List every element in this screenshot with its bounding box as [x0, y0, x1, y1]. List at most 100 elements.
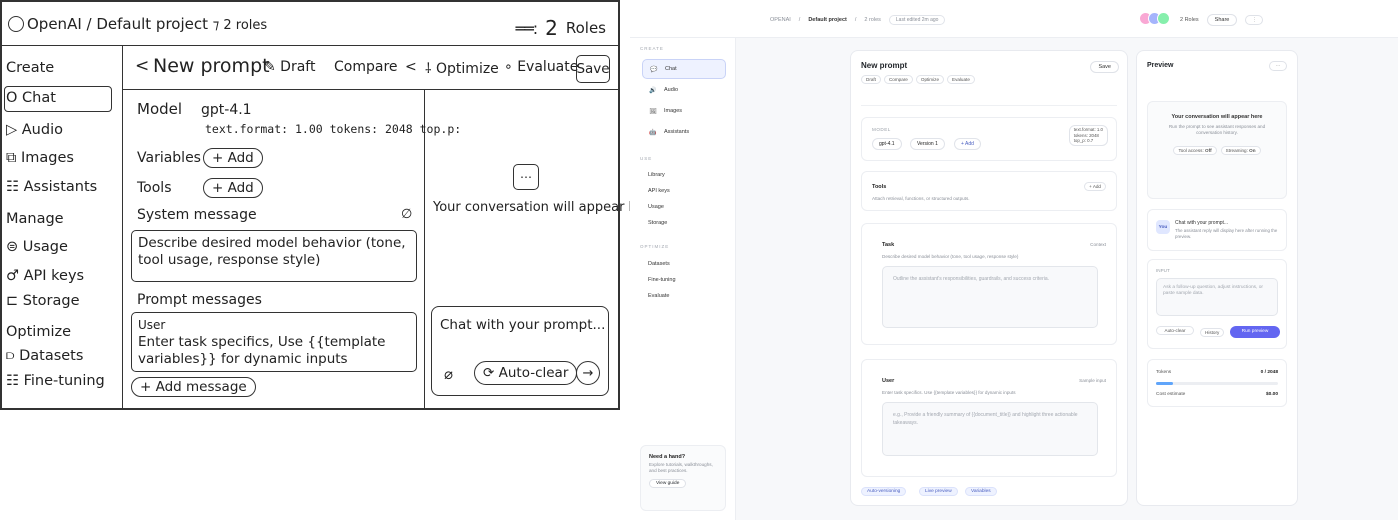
auto-clear-button[interactable]: Auto-clear — [1156, 326, 1194, 335]
sketch-roles-chip[interactable]: ⁊ 2 roles — [213, 18, 267, 33]
sketch-nav-chat[interactable]: O Chat — [6, 90, 56, 106]
optimize-chip[interactable]: Optimize — [915, 75, 944, 84]
sidebar-item-fine-tuning[interactable]: Fine-tuning — [648, 277, 676, 283]
breadcrumb-org[interactable]: OPENAI — [770, 17, 791, 23]
sketch-nav-api-keys[interactable]: ♂ API keys — [6, 268, 84, 284]
send-icon[interactable]: → — [576, 361, 600, 385]
sidebar-item-evaluate[interactable]: Evaluate — [648, 293, 669, 299]
avatar — [1157, 12, 1170, 25]
add-tool-button[interactable]: + Add — [1084, 182, 1106, 191]
sketch-tools-label: Tools — [137, 180, 172, 196]
sketch-user-input[interactable]: Enter task specifics, Use {{template var… — [138, 334, 410, 368]
sketch-nav-datasets[interactable]: ⫐ Datasets — [6, 348, 83, 364]
more-icon[interactable]: ⋮ — [1245, 15, 1264, 25]
sketch-nav-images[interactable]: ⧉ Images — [6, 150, 74, 166]
auto-versioning-tag[interactable]: Auto-versioning — [861, 487, 907, 496]
sketch-auto-clear-button[interactable]: ⟳ Auto-clear — [474, 361, 578, 385]
compare-chip[interactable]: Compare — [883, 75, 913, 84]
sketch-nav-audio[interactable]: ▷ Audio — [6, 122, 63, 138]
user-hint: Sample input — [1079, 378, 1106, 383]
sketch-save-button[interactable]: Save — [576, 55, 610, 83]
sketch-add-variable-button[interactable]: + Add — [203, 148, 263, 168]
user-message-input[interactable]: e.g., Provide a friendly summary of {{do… — [882, 402, 1098, 456]
sketch-nav-fine-tuning[interactable]: ☷ Fine-tuning — [6, 373, 105, 389]
sketch-roles-count: 2 — [545, 16, 558, 40]
history-button[interactable]: History — [1200, 328, 1225, 337]
sketch-add-message-button[interactable]: + Add message — [131, 377, 256, 397]
edit-icon[interactable]: ∅ — [401, 207, 412, 222]
sketch-main: < New prompt ✎ Draft Compare < ⸸ Optimiz… — [123, 46, 658, 408]
sketch-evaluate-button[interactable]: ∘ Evaluate — [504, 59, 578, 75]
evaluate-chip[interactable]: Evaluate — [947, 75, 975, 84]
chat-title: Chat with your prompt... — [1175, 220, 1229, 226]
sketch-system-input[interactable]: Describe desired model behavior (tone, t… — [131, 230, 417, 282]
sketch-model-value[interactable]: gpt-4.1 — [201, 102, 252, 118]
sketch-roles-label: Roles — [565, 19, 606, 37]
sidebar-item-library[interactable]: Library — [648, 172, 665, 178]
view-guide-button[interactable]: View guide — [649, 479, 687, 488]
sketch-prompt-label: Prompt messages — [137, 292, 262, 308]
topbar: OPENAI / Default project / 2 roles Last … — [630, 0, 1398, 38]
members-icon: ══: — [515, 18, 538, 38]
run-preview-button[interactable]: Run preview — [1230, 326, 1280, 338]
topbar-actions: 2 Roles Share ⋮ — [1180, 14, 1264, 26]
tokens-label: Tokens — [1156, 370, 1172, 375]
attach-icon[interactable]: ⌀ — [444, 365, 453, 383]
sketch-compare-button[interactable]: Compare — [334, 59, 398, 75]
empty-state: Your conversation will appear here Run t… — [1147, 101, 1287, 199]
sidebar-item-audio[interactable]: 🔊 Audio — [642, 80, 726, 100]
sketch-add-tool-button[interactable]: + Add — [203, 178, 263, 198]
sketch-chevron-icon[interactable]: < — [405, 59, 417, 75]
avatar-group[interactable] — [1139, 12, 1170, 25]
sketch-breadcrumb[interactable]: / Default project — [87, 15, 208, 33]
sidebar-item-images[interactable]: 🖼 Images — [642, 101, 726, 121]
sketch-nav-assistants[interactable]: ☷ Assistants — [6, 179, 97, 195]
help-card: Need a hand? Explore tutorials, walkthro… — [640, 445, 726, 511]
sketch-nav-storage[interactable]: ⊏ Storage — [6, 293, 80, 309]
tokens-progress — [1156, 382, 1278, 385]
share-button[interactable]: Share — [1206, 14, 1238, 26]
sketch-model-label: Model — [137, 100, 183, 118]
add-model-button[interactable]: + Add — [954, 138, 981, 150]
tokens-progress-fill — [1156, 382, 1174, 385]
usage-card: Tokens 0 / 2048 Cost estimate $0.00 — [1147, 359, 1287, 407]
page-title: New prompt — [861, 61, 908, 70]
chat-input[interactable]: Ask a follow-up question, adjust instruc… — [1156, 278, 1278, 316]
refresh-icon: ⟳ — [483, 365, 499, 381]
cost-value: $0.00 — [1265, 392, 1278, 397]
sketch-chat-input[interactable]: Chat with your prompt... — [440, 317, 605, 333]
preview-more-icon[interactable]: ⋯ — [1269, 61, 1287, 71]
sketch-nav-usage[interactable]: ⊜ Usage — [6, 239, 68, 255]
sidebar-item-datasets[interactable]: Datasets — [648, 261, 670, 267]
sidebar-item-assistants[interactable]: 🤖 Assistants — [642, 122, 726, 142]
tool-access-toggle[interactable]: Tool access: Off — [1173, 146, 1217, 155]
sketch-optimize-button[interactable]: ⸸ Optimize — [425, 59, 499, 78]
save-button[interactable]: Save — [1090, 61, 1119, 73]
task-hint: Context — [1090, 242, 1106, 247]
sketch-topbar: OpenAI / Default project ⁊ 2 roles ══: 2… — [2, 2, 618, 46]
breadcrumb-project[interactable]: Default project — [808, 17, 847, 23]
live-preview-tag[interactable]: Live preview — [919, 487, 958, 496]
variables-tag[interactable]: Variables — [965, 487, 997, 496]
sidebar-item-api-keys[interactable]: API keys — [648, 188, 670, 194]
sidebar-item-usage[interactable]: Usage — [648, 204, 664, 210]
sidebar: CREATE 💬 Chat 🔊 Audio 🖼 Images 🤖 Assista… — [630, 38, 736, 520]
wireframe-sketch: OpenAI / Default project ⁊ 2 roles ══: 2… — [0, 0, 658, 410]
sketch-roles[interactable]: ══: 2 Roles — [515, 16, 606, 40]
sketch-back-button[interactable]: < — [135, 56, 149, 76]
system-message-input[interactable]: Outline the assistant's responsibilities… — [882, 266, 1098, 328]
model-select[interactable]: gpt-4.1 — [872, 138, 902, 150]
sidebar-item-chat[interactable]: 💬 Chat — [642, 59, 726, 79]
help-description: Explore tutorials, walkthroughs, and bes… — [649, 462, 713, 473]
sketch-draft-button[interactable]: ✎ Draft — [264, 59, 315, 75]
sketch-variables-label: Variables — [137, 150, 201, 166]
streaming-toggle[interactable]: Streaming: On — [1220, 146, 1261, 155]
breadcrumb-roles[interactable]: 2 roles — [864, 17, 881, 23]
roles-count[interactable]: 2 Roles — [1180, 17, 1199, 23]
sketch-user-message[interactable]: User Enter task specifics, Use {{templat… — [131, 312, 417, 372]
sidebar-item-storage[interactable]: Storage — [648, 220, 667, 226]
cost-label: Cost estimate — [1156, 392, 1186, 397]
help-title: Need a hand? — [649, 454, 686, 460]
draft-chip[interactable]: Draft — [861, 75, 881, 84]
version-select[interactable]: Version 1 — [910, 138, 945, 150]
